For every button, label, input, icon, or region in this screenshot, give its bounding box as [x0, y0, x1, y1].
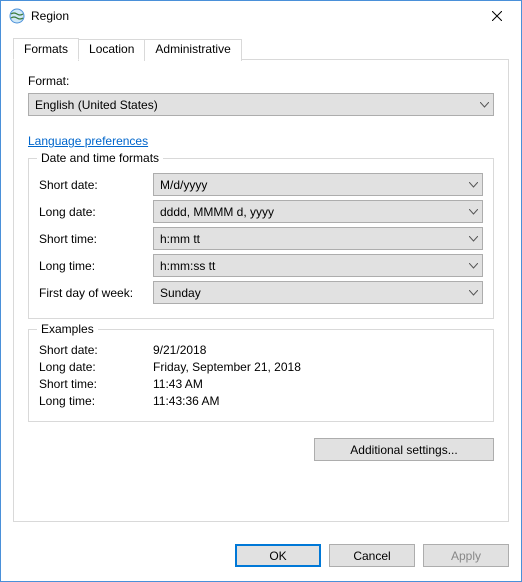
first-day-value: Sunday: [160, 286, 201, 300]
chevron-down-icon: [469, 182, 478, 188]
long-date-value: dddd, MMMM d, yyyy: [160, 205, 274, 219]
format-label: Format:: [28, 74, 494, 88]
chevron-down-icon: [469, 236, 478, 242]
ex-long-date-label: Long date:: [39, 360, 153, 374]
region-dialog: Region Formats Location Administrative F…: [0, 0, 522, 582]
long-time-select[interactable]: h:mm:ss tt: [153, 254, 483, 277]
group-examples: Examples Short date: 9/21/2018 Long date…: [28, 329, 494, 422]
ex-short-date-value: 9/21/2018: [153, 343, 483, 357]
apply-button[interactable]: Apply: [423, 544, 509, 567]
group-date-time-formats: Date and time formats Short date: M/d/yy…: [28, 158, 494, 319]
first-day-select[interactable]: Sunday: [153, 281, 483, 304]
close-button[interactable]: [474, 2, 519, 30]
short-time-select[interactable]: h:mm tt: [153, 227, 483, 250]
long-date-label: Long date:: [39, 205, 153, 219]
format-select[interactable]: English (United States): [28, 93, 494, 116]
long-time-value: h:mm:ss tt: [160, 259, 215, 273]
long-time-label: Long time:: [39, 259, 153, 273]
short-time-value: h:mm tt: [160, 232, 200, 246]
tabpanel-formats: Format: English (United States) Language…: [13, 59, 509, 522]
group-examples-legend: Examples: [37, 322, 98, 336]
dialog-body: Formats Location Administrative Format: …: [1, 31, 521, 534]
chevron-down-icon: [469, 209, 478, 215]
tab-location[interactable]: Location: [78, 39, 145, 61]
short-date-label: Short date:: [39, 178, 153, 192]
tab-administrative[interactable]: Administrative: [144, 39, 241, 61]
ex-short-time-label: Short time:: [39, 377, 153, 391]
chevron-down-icon: [480, 102, 489, 108]
dialog-footer: OK Cancel Apply: [1, 534, 521, 581]
window-title: Region: [31, 9, 474, 23]
long-date-select[interactable]: dddd, MMMM d, yyyy: [153, 200, 483, 223]
ex-short-time-value: 11:43 AM: [153, 377, 483, 391]
additional-settings-button[interactable]: Additional settings...: [314, 438, 494, 461]
cancel-button[interactable]: Cancel: [329, 544, 415, 567]
format-select-value: English (United States): [35, 98, 158, 112]
ex-long-time-value: 11:43:36 AM: [153, 394, 483, 408]
tab-strip: Formats Location Administrative: [13, 37, 509, 59]
ex-long-date-value: Friday, September 21, 2018: [153, 360, 483, 374]
region-icon: [9, 8, 25, 24]
ok-button[interactable]: OK: [235, 544, 321, 567]
short-date-value: M/d/yyyy: [160, 178, 207, 192]
short-time-label: Short time:: [39, 232, 153, 246]
first-day-label: First day of week:: [39, 286, 153, 300]
ex-long-time-label: Long time:: [39, 394, 153, 408]
tab-formats[interactable]: Formats: [13, 38, 79, 60]
chevron-down-icon: [469, 263, 478, 269]
group-date-time-legend: Date and time formats: [37, 151, 163, 165]
ex-short-date-label: Short date:: [39, 343, 153, 357]
titlebar: Region: [1, 1, 521, 31]
close-icon: [492, 11, 502, 21]
chevron-down-icon: [469, 290, 478, 296]
short-date-select[interactable]: M/d/yyyy: [153, 173, 483, 196]
language-preferences-link[interactable]: Language preferences: [28, 134, 494, 148]
